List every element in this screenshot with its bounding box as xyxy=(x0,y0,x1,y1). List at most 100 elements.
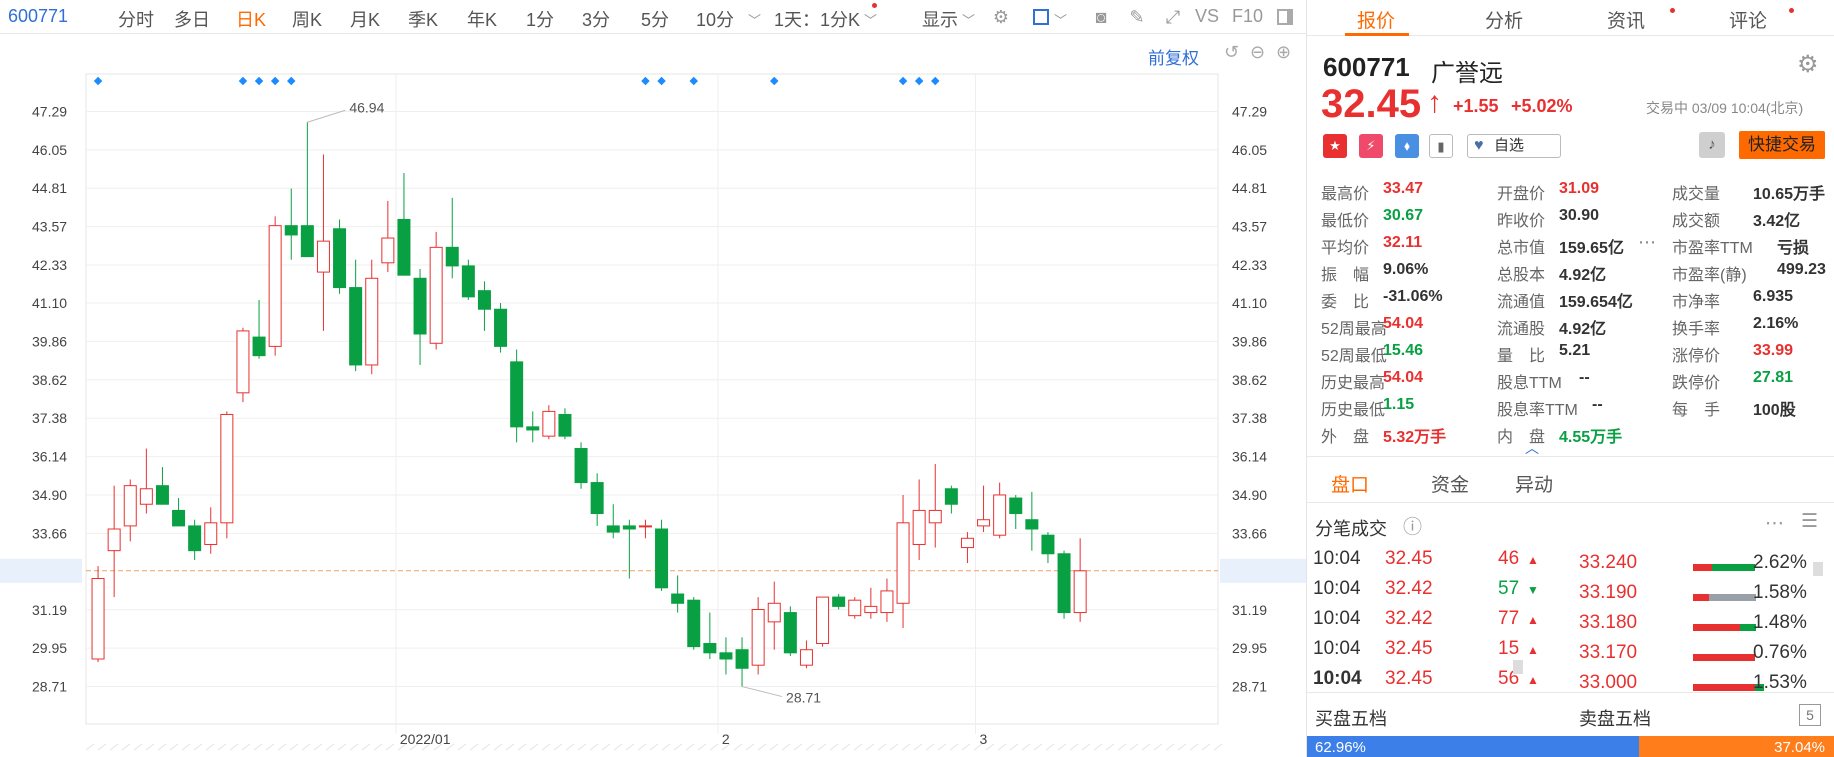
scroll-strip-hatch xyxy=(1069,743,1079,751)
tab-weekly-k[interactable]: 周K xyxy=(292,6,322,32)
tab-multiday[interactable]: 多日 xyxy=(174,6,210,32)
tab-3min[interactable]: 3分 xyxy=(582,6,610,32)
fullscreen-icon[interactable]: ⤢ xyxy=(1162,6,1184,28)
scroll-strip-hatch xyxy=(613,743,623,751)
candle-up xyxy=(204,522,218,545)
sell-ratio-pct: 37.04% xyxy=(1774,739,1825,756)
x-tick-label: 2022/01 xyxy=(400,731,451,747)
y-tick-label-left: 34.90 xyxy=(32,487,67,503)
chevron-down-icon[interactable]: ﹀ xyxy=(1054,10,1067,29)
camera-icon[interactable]: ◙ xyxy=(1090,6,1112,28)
field-label: 昨收价 xyxy=(1497,213,1546,230)
dist-price: 33.240 xyxy=(1579,552,1638,573)
kline-chart[interactable]: 前复权 ↺ ⊖ ⊕ 47.29 47.29 46.05 46.05 44.81 44.81… xyxy=(0,34,1306,757)
scroll-strip-hatch xyxy=(1129,743,1139,751)
event-marker-icon xyxy=(93,76,103,86)
candle-up xyxy=(139,488,153,505)
chevron-down-icon[interactable]: ﹀ xyxy=(962,10,975,29)
field-label: 成交量 xyxy=(1672,186,1721,203)
tab-quarterly-k[interactable]: 季K xyxy=(408,6,438,32)
field-value: 3.42亿 xyxy=(1753,213,1801,230)
price-change: +1.55 xyxy=(1453,96,1499,116)
tab-news[interactable]: 资讯 xyxy=(1607,6,1645,33)
y-tick-label-right: 42.33 xyxy=(1232,257,1267,273)
info-icon[interactable]: ⓘ xyxy=(1403,512,1422,539)
scroll-strip-hatch xyxy=(181,743,191,751)
quick-trade-button[interactable]: 快捷交易 xyxy=(1739,131,1825,159)
scroll-strip-hatch xyxy=(1033,743,1043,751)
tab-comments[interactable]: 评论 xyxy=(1729,6,1767,33)
chart-toolbar: 600771 分时 多日 日K 周K 月K 季K 年K 1分 3分 5分 10分… xyxy=(0,0,1306,34)
scrollbar-thumb[interactable] xyxy=(1513,660,1523,674)
tab-10min[interactable]: 10分 xyxy=(696,6,734,32)
scroll-strip-hatch xyxy=(1177,743,1187,751)
add-watchlist-button[interactable]: ♥ 自选 xyxy=(1467,134,1561,158)
y-tick-label-right: 28.71 xyxy=(1232,679,1267,695)
stock-code: 600771 xyxy=(8,6,69,26)
display-menu[interactable]: 显示 xyxy=(922,6,958,32)
bookmark-icon[interactable]: ▮ xyxy=(1429,134,1453,158)
chevron-down-icon[interactable]: ﹀ xyxy=(864,10,877,29)
collapse-chevron-icon[interactable]: ︿ xyxy=(1525,438,1539,458)
subtab-alerts[interactable]: 异动 xyxy=(1515,470,1553,497)
candle-up xyxy=(960,537,974,549)
scroll-strip-hatch xyxy=(1189,743,1199,751)
scroll-strip-hatch xyxy=(481,743,491,751)
settings-gear-icon[interactable]: ⚙ xyxy=(1797,50,1819,79)
price-dist-row: 33.190 1.58% xyxy=(1307,582,1834,612)
tab-monthly-k[interactable]: 月K xyxy=(350,6,380,32)
scroll-strip-hatch xyxy=(1093,743,1103,751)
y-tick-label-left: 37.38 xyxy=(32,410,67,426)
price-dist-row: 33.180 1.48% xyxy=(1307,612,1834,642)
candle-up xyxy=(864,605,878,614)
candle-down xyxy=(510,361,524,428)
more-icon[interactable]: ⋯ xyxy=(1765,512,1784,535)
heart-icon: ♥ xyxy=(1474,137,1484,154)
candle-down xyxy=(687,599,701,648)
bell-icon[interactable]: ♪ xyxy=(1699,132,1725,158)
subtab-funds[interactable]: 资金 xyxy=(1431,470,1469,497)
tag-icon[interactable]: ⬧ xyxy=(1395,134,1419,158)
candle-down xyxy=(1041,534,1055,555)
scroll-strip-hatch xyxy=(457,743,467,751)
low-annotation-line xyxy=(741,686,783,698)
interval-select[interactable]: 1天：1分K xyxy=(774,6,860,32)
buy-ratio-pct: 62.96% xyxy=(1315,739,1366,756)
tab-yearly-k[interactable]: 年K xyxy=(467,6,497,32)
tab-daily-k[interactable]: 日K xyxy=(236,6,266,32)
period-dropdown-icon[interactable]: ﹀ xyxy=(748,10,761,29)
candle-down xyxy=(590,482,604,515)
chart-canvas: 47.29 47.29 46.05 46.05 44.81 44.81 43.57 43.57… xyxy=(0,73,1306,751)
y-tick-label-right: 33.66 xyxy=(1232,525,1267,541)
tab-quote[interactable]: 报价 xyxy=(1357,6,1395,33)
lightning-icon[interactable]: ⚡ xyxy=(1359,134,1383,158)
more-info-icon[interactable]: ⋯ xyxy=(1638,232,1656,253)
scroll-strip-hatch xyxy=(697,743,707,751)
panel-toggle-icon[interactable] xyxy=(1274,6,1296,28)
square-icon[interactable] xyxy=(1030,6,1052,28)
subtab-orderbook[interactable]: 盘口 xyxy=(1331,470,1369,497)
scroll-strip-hatch xyxy=(973,743,983,751)
f10-button[interactable]: F10 xyxy=(1232,6,1263,27)
list-view-icon[interactable]: ☰ xyxy=(1801,510,1818,533)
tab-intraday[interactable]: 分时 xyxy=(118,6,154,32)
high-annotation-line xyxy=(307,109,346,123)
tab-5min[interactable]: 5分 xyxy=(641,6,669,32)
scroll-strip-hatch xyxy=(493,743,503,751)
candle-up xyxy=(220,413,234,524)
vs-button[interactable]: VS xyxy=(1195,6,1219,27)
gear-icon[interactable]: ⚙ xyxy=(990,6,1012,28)
tab-1min[interactable]: 1分 xyxy=(526,6,554,32)
field-value: 54.04 xyxy=(1383,369,1424,386)
candle-down xyxy=(832,596,846,607)
china-flag-icon: ★ xyxy=(1323,134,1347,158)
dist-bar-red xyxy=(1693,624,1740,631)
scroll-strip-hatch xyxy=(853,743,863,751)
pencil-icon[interactable]: ✎ xyxy=(1126,6,1148,28)
five-level-toggle-icon[interactable]: 5 xyxy=(1799,704,1821,726)
tab-analysis[interactable]: 分析 xyxy=(1485,6,1523,33)
scroll-strip-hatch xyxy=(997,743,1007,751)
scrollbar-thumb[interactable] xyxy=(1813,562,1823,576)
divider xyxy=(1307,456,1834,457)
dist-pct: 0.76% xyxy=(1753,642,1807,663)
